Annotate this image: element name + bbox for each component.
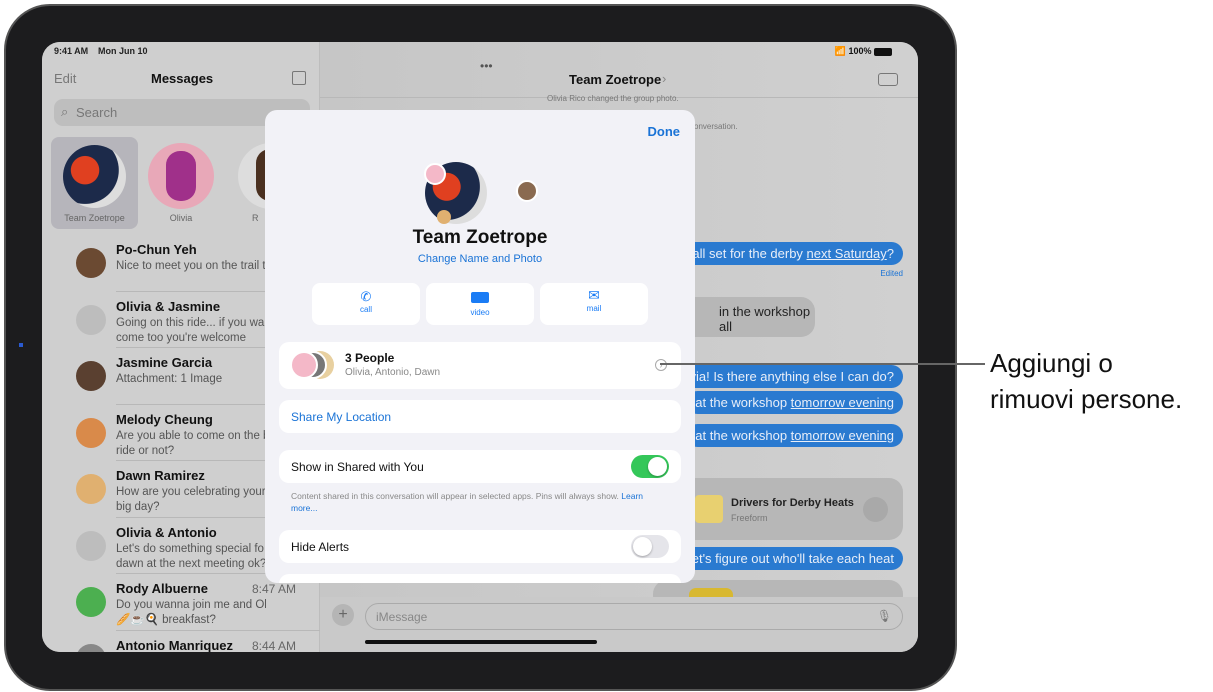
hide-alerts-toggle[interactable] [631, 535, 669, 558]
message-bubble[interactable]: all set for the derby next Saturday? [683, 242, 903, 265]
member-avatar [424, 163, 446, 185]
share-location-label: Share My Location [291, 410, 392, 424]
shared-note: Content shared in this conversation will… [291, 491, 644, 513]
status-date: Mon Jun 10 [98, 46, 148, 56]
ipad-screen: 9:41 AM Mon Jun 10 Edit Messages ⌕ Searc… [42, 42, 918, 652]
team-avatar [63, 145, 126, 208]
edit-button[interactable]: Edit [54, 71, 76, 86]
conversation-name: Rody Albuerne [116, 581, 208, 596]
share-location-row[interactable]: Share My Location [279, 400, 681, 433]
conversation-preview: How are you celebrating your big day? [116, 486, 266, 513]
member-avatar [516, 180, 538, 202]
status-time: 9:41 AM [54, 46, 89, 56]
shared-with-you-toggle[interactable] [631, 455, 669, 478]
conversation-name: Olivia & Antonio [116, 524, 217, 540]
avatar [76, 643, 106, 652]
edited-label: Edited [880, 269, 903, 278]
plus-button[interactable]: + [332, 604, 354, 626]
hide-alerts-label: Hide Alerts [291, 540, 350, 554]
conversation-name: Melody Cheung [116, 411, 213, 427]
change-name-photo-link[interactable]: Change Name and Photo [265, 253, 695, 265]
system-message: Olivia Rico changed the group photo. [547, 94, 679, 103]
done-button[interactable]: Done [648, 124, 681, 139]
next-row [279, 574, 681, 583]
sidebar-title: Messages [151, 71, 214, 86]
search-icon: ⌕ [61, 104, 69, 119]
avatar [76, 474, 106, 504]
conversation-time: 8:44 AM [251, 638, 296, 653]
conversation-preview: Nice to meet you on the trail t [116, 260, 266, 272]
call-button[interactable]: ✆ call [312, 283, 420, 325]
shared-with-you-label: Show in Shared with You [291, 460, 424, 474]
input-placeholder: iMessage [376, 610, 428, 624]
conversation-name: Dawn Ramirez [116, 468, 205, 483]
mail-icon: ✉ [588, 287, 600, 303]
mail-button[interactable]: ✉ mail [540, 283, 648, 325]
conversation-name: Antonio Manriquez [116, 637, 233, 653]
video-icon [471, 292, 489, 303]
message-bubble[interactable]: at the workshop tomorrow evening [686, 391, 903, 414]
chevron-right-icon[interactable]: › [655, 359, 667, 371]
group-details-sheet: Done Team Zoetrope Change Name and Photo… [265, 110, 695, 583]
conversation-preview: Attachment: 1 Image [116, 373, 223, 385]
people-names: Olivia, Antonio, Dawn [345, 367, 441, 378]
collaborators-icon[interactable] [863, 497, 888, 522]
chevron-right-icon[interactable]: › [662, 71, 666, 86]
wifi-icon: 📶 [834, 46, 846, 56]
conversation-name: Jasmine Garcia [116, 355, 213, 370]
avatar [76, 530, 106, 561]
microphone-icon[interactable]: 🎙 [877, 609, 892, 623]
message-bubble[interactable]: at the workshop tomorrow evening [686, 424, 903, 447]
conversation-preview: Going on this ride... if you wan come to… [116, 316, 266, 344]
avatar [76, 361, 106, 391]
conversation-preview: Let's do something special fo dawn at th… [116, 542, 266, 570]
compose-icon[interactable] [292, 71, 306, 85]
message-input[interactable]: iMessage 🎙 [365, 603, 903, 630]
camera-dot [19, 343, 23, 347]
member-avatar [437, 210, 451, 224]
chat-header: ••• 📶 100% Team Zoetrope › [320, 42, 918, 98]
phone-icon: ✆ [360, 289, 372, 304]
avatar [76, 304, 106, 335]
pinned-label: Olivia [169, 213, 193, 223]
conversation-preview: Do you wanna join me and Oli for 🥖☕🍳 bre… [116, 599, 266, 626]
conversation-time: 8:47 AM [251, 582, 296, 596]
home-indicator [365, 640, 597, 644]
conversation-name: Po-Chun Yeh [116, 242, 197, 257]
chat-title[interactable]: Team Zoetrope [569, 72, 661, 87]
message-bubble[interactable]: ivia! Is there anything else I can do? [677, 365, 903, 388]
video-button[interactable]: video [426, 283, 534, 325]
pinned-olivia[interactable] [148, 143, 214, 209]
member-avatar [290, 351, 318, 379]
conversation-name: Olivia & Jasmine [116, 298, 221, 314]
battery-icon [874, 47, 892, 56]
pinned-label: Team Zoetrope [64, 213, 125, 223]
hide-alerts-row: Hide Alerts [279, 530, 681, 563]
callout-line [660, 363, 985, 365]
avatar [76, 587, 106, 617]
conversation-preview: Are you able to come on the b ride or no… [116, 429, 266, 457]
freeform-thumbnail [695, 495, 723, 523]
conversation-item[interactable]: Antonio Manriquez 8:44 AM [42, 629, 320, 653]
callout-text: Aggiungi o rimuovi persone. [990, 348, 1183, 414]
more-dots[interactable]: ••• [480, 59, 493, 73]
pinned-label: R [252, 213, 259, 223]
status-battery: 📶 100% [835, 46, 892, 57]
freeform-subtitle: Freeform [731, 513, 768, 523]
freeform-title: Drivers for Derby Heats [731, 497, 854, 509]
video-call-icon[interactable] [878, 73, 898, 86]
shared-with-you-row: Show in Shared with You [279, 450, 681, 483]
system-message: onversation. [694, 122, 738, 131]
message-bubble[interactable]: et's figure out who'll take each heat [682, 547, 903, 570]
people-row[interactable]: 3 People Olivia, Antonio, Dawn › [279, 342, 681, 389]
people-title: 3 People [345, 351, 395, 365]
group-name: Team Zoetrope [412, 227, 548, 248]
avatar [76, 248, 106, 278]
search-placeholder: Search [76, 105, 118, 120]
avatar [76, 417, 106, 448]
pinned-team-zoetrope[interactable]: Team Zoetrope [51, 137, 138, 229]
